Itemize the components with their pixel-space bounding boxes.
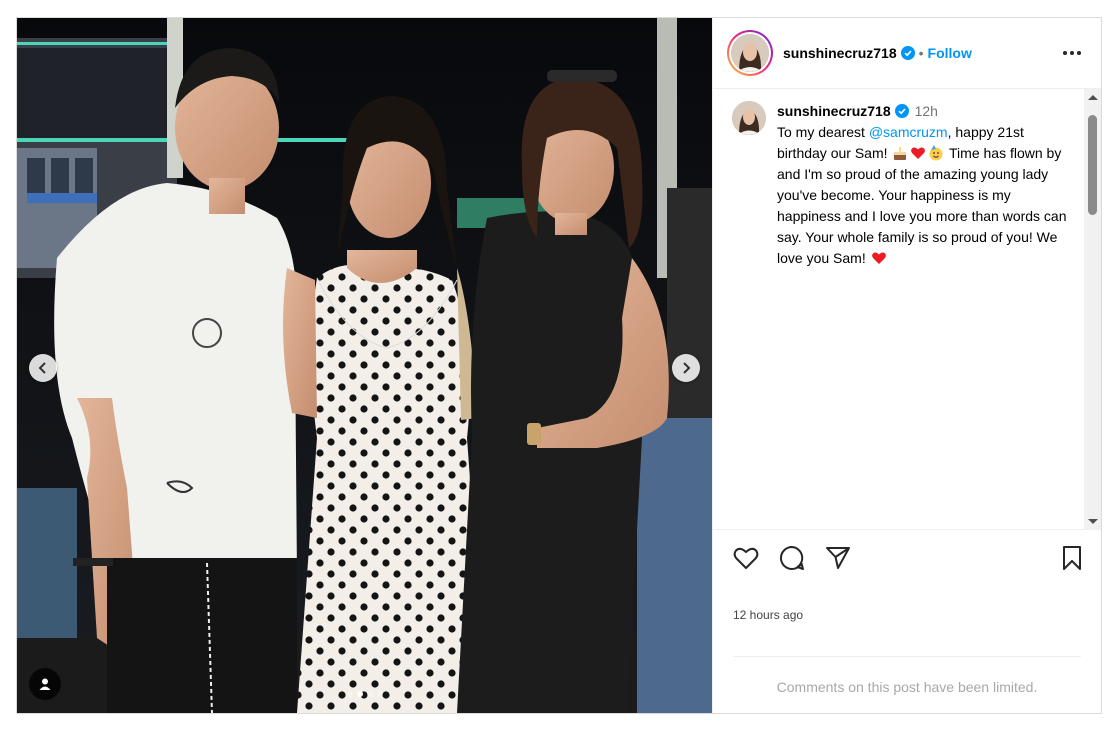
post-actions bbox=[713, 530, 1101, 586]
carousel-dot-active bbox=[356, 691, 363, 697]
heart-icon bbox=[733, 547, 759, 569]
separator: • bbox=[918, 45, 924, 61]
caption-part: Time has flown by and I'm so proud of th… bbox=[777, 145, 1067, 266]
post-header: sunshinecruz718 • Follow bbox=[713, 18, 1101, 89]
caption-text: sunshinecruz718 12h To my dearest @samcru… bbox=[777, 101, 1072, 269]
like-button[interactable] bbox=[731, 543, 761, 573]
user-tag-icon bbox=[39, 678, 51, 690]
paper-plane-icon bbox=[826, 547, 850, 569]
post-details-panel: sunshinecruz718 • Follow sunshinecruz718… bbox=[712, 18, 1101, 713]
chevron-right-icon bbox=[683, 362, 691, 374]
follow-button[interactable]: Follow bbox=[928, 45, 972, 61]
verified-badge-icon bbox=[900, 46, 915, 60]
caption-part: To my dearest bbox=[777, 124, 869, 140]
scrollbar-thumb[interactable] bbox=[1088, 115, 1097, 215]
carousel-dot bbox=[366, 691, 373, 697]
scroll-up-arrow-icon[interactable] bbox=[1088, 95, 1098, 100]
verified-badge-icon bbox=[894, 104, 909, 118]
carousel-indicators bbox=[17, 691, 712, 697]
carousel-next-button[interactable] bbox=[672, 354, 700, 382]
story-ring[interactable] bbox=[727, 30, 773, 76]
chevron-left-icon bbox=[38, 362, 46, 374]
red-heart-emoji-icon bbox=[871, 252, 886, 264]
save-button[interactable] bbox=[1057, 543, 1087, 573]
username-link[interactable]: sunshinecruz718 bbox=[783, 45, 897, 61]
scrollbar[interactable] bbox=[1084, 89, 1101, 530]
share-button[interactable] bbox=[823, 543, 853, 573]
bookmark-icon bbox=[1063, 546, 1081, 570]
comment-button[interactable] bbox=[777, 543, 807, 573]
red-heart-emoji-icon bbox=[911, 147, 926, 159]
comment-bubble-icon bbox=[780, 545, 804, 570]
mention-link[interactable]: @samcruzm bbox=[869, 124, 948, 140]
post-media[interactable] bbox=[17, 18, 712, 713]
comments-limited-notice: Comments on this post have been limited. bbox=[733, 656, 1081, 695]
post-timestamp[interactable]: 12 hours ago bbox=[713, 586, 1101, 656]
post-photo bbox=[17, 18, 712, 713]
party-face-emoji-icon bbox=[929, 145, 943, 161]
instagram-post: sunshinecruz718 • Follow sunshinecruz718… bbox=[16, 17, 1102, 714]
carousel-dot bbox=[346, 691, 353, 697]
caption-time: 12h bbox=[914, 103, 938, 119]
carousel-prev-button[interactable] bbox=[29, 354, 57, 382]
more-options-icon[interactable] bbox=[1057, 45, 1087, 61]
carousel-dot bbox=[376, 691, 383, 697]
avatar bbox=[731, 34, 769, 72]
comments-section: sunshinecruz718 12h To my dearest @samcru… bbox=[713, 89, 1101, 530]
caption-username[interactable]: sunshinecruz718 bbox=[777, 103, 891, 119]
post-caption: sunshinecruz718 12h To my dearest @samcru… bbox=[732, 101, 1072, 269]
cake-emoji-icon bbox=[894, 147, 907, 160]
scroll-down-arrow-icon[interactable] bbox=[1088, 519, 1098, 524]
avatar[interactable] bbox=[732, 101, 766, 135]
